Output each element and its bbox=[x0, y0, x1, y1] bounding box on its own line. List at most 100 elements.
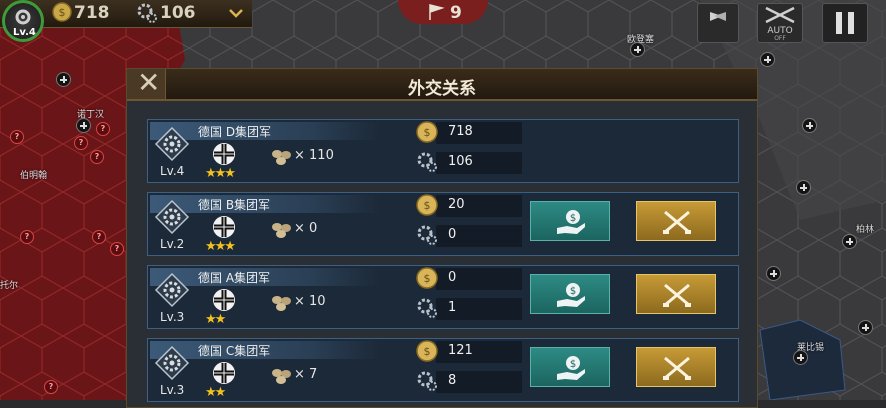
aid-button[interactable]: $ bbox=[530, 201, 610, 241]
ally-row: 德国 C集团军 Lv.3 ★★ × 7 $ 121 8 $ bbox=[147, 338, 739, 402]
industry-amount: 106 bbox=[160, 3, 196, 23]
army-level: Lv.3 bbox=[160, 310, 185, 324]
map-city-marker[interactable] bbox=[796, 180, 811, 195]
map-unknown-marker[interactable]: ? bbox=[92, 230, 106, 244]
iron-cross-icon bbox=[213, 362, 235, 384]
map-city-marker[interactable] bbox=[56, 72, 71, 87]
supplies-icon bbox=[272, 296, 291, 311]
money-value: 0 bbox=[448, 270, 457, 285]
map-city-marker[interactable] bbox=[76, 118, 91, 133]
map-label-tor: 托尔 bbox=[0, 281, 19, 291]
pause-icon bbox=[836, 12, 854, 34]
auto-battle-button[interactable]: AUTO OFF bbox=[757, 3, 803, 43]
industry-value: 0 bbox=[448, 227, 457, 242]
iron-cross-icon bbox=[213, 289, 235, 311]
flag-icon bbox=[429, 4, 445, 20]
supplies-icon bbox=[272, 369, 291, 384]
money-value: 121 bbox=[448, 343, 473, 358]
supplies-icon bbox=[272, 223, 291, 238]
gold-coin-icon: $ bbox=[416, 194, 438, 216]
map-unknown-marker[interactable]: ? bbox=[74, 136, 88, 150]
map-city-marker[interactable] bbox=[630, 42, 645, 57]
supplies-count: × 10 bbox=[294, 294, 326, 309]
rifles-icon bbox=[765, 6, 795, 24]
industry-value: 106 bbox=[448, 154, 473, 169]
army-emblem-icon bbox=[154, 126, 190, 162]
iron-cross-icon bbox=[213, 143, 235, 165]
army-stars: ★★★ bbox=[205, 166, 236, 181]
supplies-count: × 0 bbox=[294, 221, 318, 236]
map-city-marker[interactable] bbox=[766, 266, 781, 281]
dialog-title: 外交关系 bbox=[408, 79, 476, 99]
army-level: Lv.2 bbox=[160, 237, 185, 251]
svg-text:$: $ bbox=[424, 126, 431, 139]
map-city-marker[interactable] bbox=[858, 320, 873, 335]
map-label-berlin: 柏林 bbox=[856, 225, 875, 235]
map-unknown-marker[interactable]: ? bbox=[10, 130, 24, 144]
svg-text:$: $ bbox=[570, 213, 576, 224]
industry-value: 8 bbox=[448, 373, 457, 388]
gear-icon bbox=[15, 9, 31, 25]
iron-cross-icon bbox=[213, 216, 235, 238]
map-city-marker[interactable] bbox=[793, 350, 808, 365]
army-emblem-icon bbox=[154, 345, 190, 381]
map-unknown-marker[interactable]: ? bbox=[110, 242, 124, 256]
gear-icon bbox=[417, 152, 437, 172]
crossed-rifles-icon bbox=[663, 356, 691, 380]
ally-row: 德国 D集团军 Lv.4 ★★★ × 110 $ 718 106 bbox=[147, 119, 739, 183]
declare-war-button[interactable] bbox=[636, 274, 716, 314]
gold-coin-icon: $ bbox=[416, 267, 438, 289]
army-name: 德国 C集团军 bbox=[198, 344, 271, 358]
industry-value: 1 bbox=[448, 300, 457, 315]
svg-text:$: $ bbox=[424, 345, 431, 358]
army-emblem-icon bbox=[154, 272, 190, 308]
map-city-marker[interactable] bbox=[760, 52, 775, 67]
crossed-rifles-icon bbox=[663, 283, 691, 307]
gold-amount: 718 bbox=[74, 3, 110, 23]
gold-coin-icon: $ bbox=[52, 2, 72, 22]
supplies-icon bbox=[272, 150, 291, 165]
turn-number: 9 bbox=[450, 3, 462, 23]
money-value: 20 bbox=[448, 197, 465, 212]
army-emblem-icon bbox=[154, 199, 190, 235]
map-city-marker[interactable] bbox=[842, 234, 857, 249]
gold-coin-icon: $ bbox=[416, 121, 438, 143]
army-name: 德国 A集团军 bbox=[198, 271, 271, 285]
map-city-marker[interactable] bbox=[802, 118, 817, 133]
player-level-badge[interactable]: Lv.4 bbox=[2, 0, 44, 42]
retreat-icon bbox=[710, 12, 726, 34]
map-unknown-marker[interactable]: ? bbox=[96, 122, 110, 136]
svg-text:$: $ bbox=[424, 199, 431, 212]
player-level: Lv.4 bbox=[13, 27, 36, 38]
auto-status: OFF bbox=[774, 35, 786, 42]
army-stars: ★★ bbox=[205, 385, 226, 400]
map-unknown-marker[interactable]: ? bbox=[90, 150, 104, 164]
diplomacy-dialog: ✕ 外交关系 德国 D集团军 Lv.4 ★★★ × 110 $ 718 106 bbox=[126, 67, 758, 408]
declare-war-button[interactable] bbox=[636, 201, 716, 241]
money-hand-icon: $ bbox=[557, 210, 585, 234]
supplies-count: × 110 bbox=[294, 148, 334, 163]
army-stars: ★★★ bbox=[205, 239, 236, 254]
map-unknown-marker[interactable]: ? bbox=[20, 230, 34, 244]
money-hand-icon: $ bbox=[557, 283, 585, 307]
map-unknown-marker[interactable]: ? bbox=[44, 380, 58, 394]
gold-coin-icon: $ bbox=[416, 340, 438, 362]
gear-icon bbox=[417, 298, 437, 318]
pause-button[interactable] bbox=[822, 3, 868, 43]
crossed-rifles-icon bbox=[663, 210, 691, 234]
svg-text:$: $ bbox=[570, 286, 576, 297]
svg-text:$: $ bbox=[59, 6, 66, 19]
ally-row: 德国 B集团军 Lv.2 ★★★ × 0 $ 20 0 $ bbox=[147, 192, 739, 256]
aid-button[interactable]: $ bbox=[530, 347, 610, 387]
retreat-button[interactable] bbox=[697, 3, 739, 43]
declare-war-button[interactable] bbox=[636, 347, 716, 387]
money-hand-icon: $ bbox=[557, 356, 585, 380]
supplies-count: × 7 bbox=[294, 367, 318, 382]
svg-text:$: $ bbox=[570, 359, 576, 370]
chevron-down-icon[interactable] bbox=[226, 3, 246, 23]
gear-icon bbox=[137, 3, 157, 23]
aid-button[interactable]: $ bbox=[530, 274, 610, 314]
money-value: 718 bbox=[448, 124, 473, 139]
dialog-header: ✕ 外交关系 bbox=[127, 67, 757, 101]
gear-icon bbox=[417, 371, 437, 391]
